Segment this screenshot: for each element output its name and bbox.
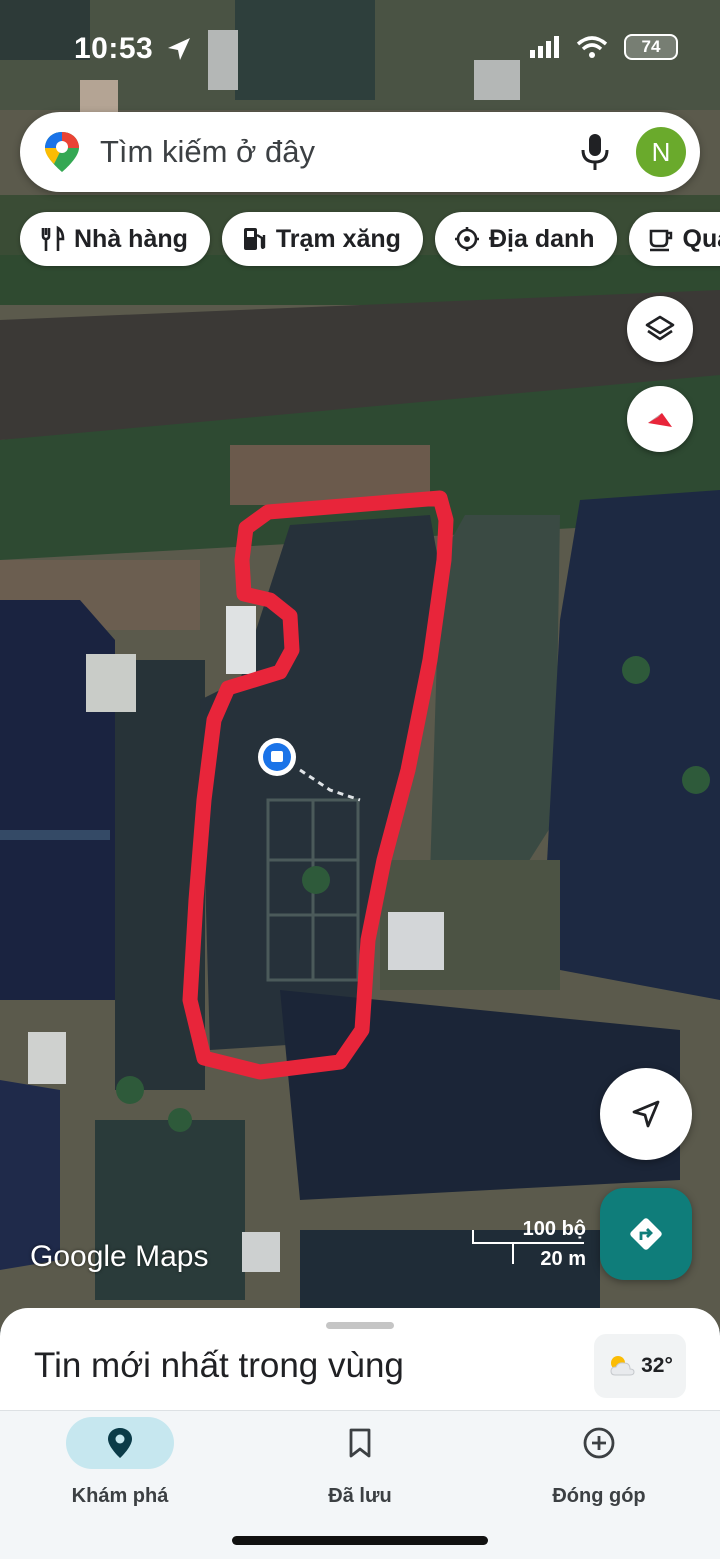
watermark-google: Google — [30, 1240, 127, 1273]
microphone-icon[interactable] — [578, 130, 612, 174]
chip-landmarks[interactable]: Địa danh — [434, 212, 617, 266]
restaurant-icon — [41, 225, 65, 251]
nav-label: Đã lưu — [328, 1485, 392, 1507]
status-bar: 10:53 74 — [0, 22, 720, 78]
compass-button[interactable] — [627, 386, 693, 452]
directions-icon — [630, 1218, 662, 1250]
nav-contribute[interactable]: Đóng góp — [499, 1411, 699, 1508]
google-maps-logo-icon — [45, 132, 79, 172]
scale-meters: 20 m — [540, 1248, 586, 1270]
search-bar[interactable]: Tìm kiếm ở đây N — [20, 112, 700, 192]
scale-feet: 100 bộ — [522, 1218, 586, 1240]
navigation-arrow-icon — [632, 1100, 660, 1128]
wifi-icon — [576, 36, 608, 58]
category-chips: Nhà hàng Trạm xăng Địa danh Qu — [20, 212, 720, 266]
satellite-map[interactable]: 10:53 74 Tìm kiếm ở đây N Nhà hàng Trạm … — [0, 0, 720, 1330]
battery-indicator: 74 — [624, 34, 678, 60]
chip-restaurants[interactable]: Nhà hàng — [20, 212, 210, 266]
coffee-icon — [649, 229, 672, 252]
chip-label: Trạm xăng — [275, 224, 401, 253]
explore-pin-icon — [108, 1428, 132, 1458]
directions-button[interactable] — [600, 1188, 692, 1280]
bottom-sheet[interactable]: Tin mới nhất trong vùng 32° — [0, 1308, 720, 1418]
chip-label: Quán — [682, 224, 720, 253]
weather-badge[interactable]: 32° — [594, 1334, 686, 1398]
layers-icon — [645, 315, 675, 341]
nav-label: Đóng góp — [552, 1485, 646, 1507]
compass-icon — [648, 413, 672, 427]
location-arrow-icon — [168, 38, 190, 60]
sheet-drag-handle[interactable] — [326, 1322, 394, 1329]
gas-station-icon — [243, 228, 266, 250]
add-circle-icon — [583, 1427, 615, 1459]
bookmark-icon — [349, 1428, 371, 1458]
home-indicator[interactable] — [232, 1536, 488, 1545]
status-icons: 74 — [530, 34, 678, 60]
map-scale: 100 bộ 20 m — [470, 1216, 588, 1272]
nav-explore[interactable]: Khám phá — [20, 1411, 220, 1508]
nav-label: Khám phá — [71, 1485, 169, 1507]
watermark-maps: Maps — [135, 1240, 209, 1273]
signal-icon — [530, 36, 559, 58]
temperature: 32° — [641, 1354, 673, 1377]
nav-saved[interactable]: Đã lưu — [260, 1411, 460, 1508]
chip-label: Địa danh — [488, 224, 595, 253]
search-input[interactable]: Tìm kiếm ở đây — [100, 134, 578, 170]
chip-label: Nhà hàng — [74, 224, 188, 253]
nav-active-pill — [66, 1417, 174, 1469]
layers-button[interactable] — [627, 296, 693, 362]
my-location-button[interactable] — [600, 1068, 692, 1160]
partly-cloudy-icon — [610, 1356, 635, 1376]
landmark-icon — [454, 227, 479, 251]
sheet-title: Tin mới nhất trong vùng — [34, 1346, 404, 1385]
chip-cafes[interactable]: Quán — [628, 212, 720, 266]
chip-gas-stations[interactable]: Trạm xăng — [221, 212, 423, 266]
account-avatar[interactable]: N — [636, 127, 686, 177]
status-time: 10:53 — [74, 32, 154, 65]
google-maps-watermark: Google Maps — [30, 1240, 208, 1274]
